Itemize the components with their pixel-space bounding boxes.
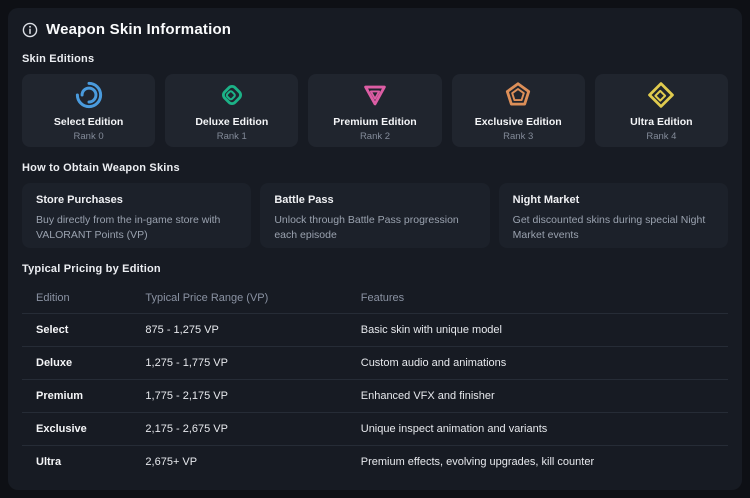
section-title-skin-editions: Skin Editions	[22, 53, 728, 65]
obtain-card-store-purchases: Store Purchases Buy directly from the in…	[22, 183, 251, 248]
features-cell: Unique inspect animation and variants	[347, 413, 728, 446]
features-cell: Basic skin with unique model	[347, 314, 728, 347]
obtain-card-grid: Store Purchases Buy directly from the in…	[22, 183, 728, 248]
edition-rank: Rank 3	[503, 131, 533, 142]
edition-cell: Exclusive	[22, 413, 131, 446]
table-row: Ultra 2,675+ VP Premium effects, evolvin…	[22, 446, 728, 479]
edition-cell: Premium	[22, 380, 131, 413]
edition-cell: Select	[22, 314, 131, 347]
table-header-row: Edition Typical Price Range (VP) Feature…	[22, 283, 728, 314]
table-row: Deluxe 1,275 - 1,775 VP Custom audio and…	[22, 347, 728, 380]
premium-triangle-icon	[360, 80, 390, 116]
section-title-pricing: Typical Pricing by Edition	[22, 263, 728, 275]
obtain-card-description: Get discounted skins during special Nigh…	[513, 213, 714, 242]
edition-rank: Rank 4	[646, 131, 676, 142]
price-cell: 875 - 1,275 VP	[131, 314, 346, 347]
edition-rank: Rank 1	[217, 131, 247, 142]
edition-card-premium: Premium Edition Rank 2	[308, 74, 441, 147]
features-cell: Premium effects, evolving upgrades, kill…	[347, 446, 728, 479]
edition-rank: Rank 2	[360, 131, 390, 142]
edition-title: Premium Edition	[333, 116, 416, 128]
obtain-card-description: Unlock through Battle Pass progression e…	[274, 213, 475, 242]
exclusive-pentagon-icon	[503, 80, 533, 116]
features-cell: Custom audio and animations	[347, 347, 728, 380]
edition-cell: Deluxe	[22, 347, 131, 380]
deluxe-diamond-icon	[217, 80, 247, 116]
edition-title: Select Edition	[54, 116, 123, 128]
obtain-card-night-market: Night Market Get discounted skins during…	[499, 183, 728, 248]
edition-card-select: Select Edition Rank 0	[22, 74, 155, 147]
column-header-edition: Edition	[22, 283, 131, 314]
edition-card-exclusive: Exclusive Edition Rank 3	[452, 74, 585, 147]
edition-card-grid: Select Edition Rank 0 Deluxe Edition Ran…	[22, 74, 728, 147]
features-cell: Enhanced VFX and finisher	[347, 380, 728, 413]
edition-card-deluxe: Deluxe Edition Rank 1	[165, 74, 298, 147]
edition-title: Ultra Edition	[630, 116, 692, 128]
pricing-table: Edition Typical Price Range (VP) Feature…	[22, 283, 728, 478]
info-icon	[22, 22, 38, 38]
edition-card-ultra: Ultra Edition Rank 4	[595, 74, 728, 147]
weapon-skin-info-panel: Weapon Skin Information Skin Editions Se…	[8, 8, 742, 490]
edition-title: Deluxe Edition	[195, 116, 268, 128]
price-cell: 1,775 - 2,175 VP	[131, 380, 346, 413]
panel-header: Weapon Skin Information	[22, 21, 728, 38]
price-cell: 2,675+ VP	[131, 446, 346, 479]
obtain-card-battle-pass: Battle Pass Unlock through Battle Pass p…	[260, 183, 489, 248]
section-title-obtain: How to Obtain Weapon Skins	[22, 162, 728, 174]
edition-cell: Ultra	[22, 446, 131, 479]
obtain-card-title: Battle Pass	[274, 194, 475, 206]
price-cell: 2,175 - 2,675 VP	[131, 413, 346, 446]
table-row: Premium 1,775 - 2,175 VP Enhanced VFX an…	[22, 380, 728, 413]
table-row: Select 875 - 1,275 VP Basic skin with un…	[22, 314, 728, 347]
obtain-card-description: Buy directly from the in-game store with…	[36, 213, 237, 242]
column-header-price-range: Typical Price Range (VP)	[131, 283, 346, 314]
select-swirl-icon	[74, 80, 104, 116]
ultra-diamond-icon	[646, 80, 676, 116]
page-title: Weapon Skin Information	[46, 21, 231, 38]
edition-rank: Rank 0	[74, 131, 104, 142]
obtain-card-title: Store Purchases	[36, 194, 237, 206]
table-row: Exclusive 2,175 - 2,675 VP Unique inspec…	[22, 413, 728, 446]
price-cell: 1,275 - 1,775 VP	[131, 347, 346, 380]
edition-title: Exclusive Edition	[475, 116, 562, 128]
column-header-features: Features	[347, 283, 728, 314]
obtain-card-title: Night Market	[513, 194, 714, 206]
